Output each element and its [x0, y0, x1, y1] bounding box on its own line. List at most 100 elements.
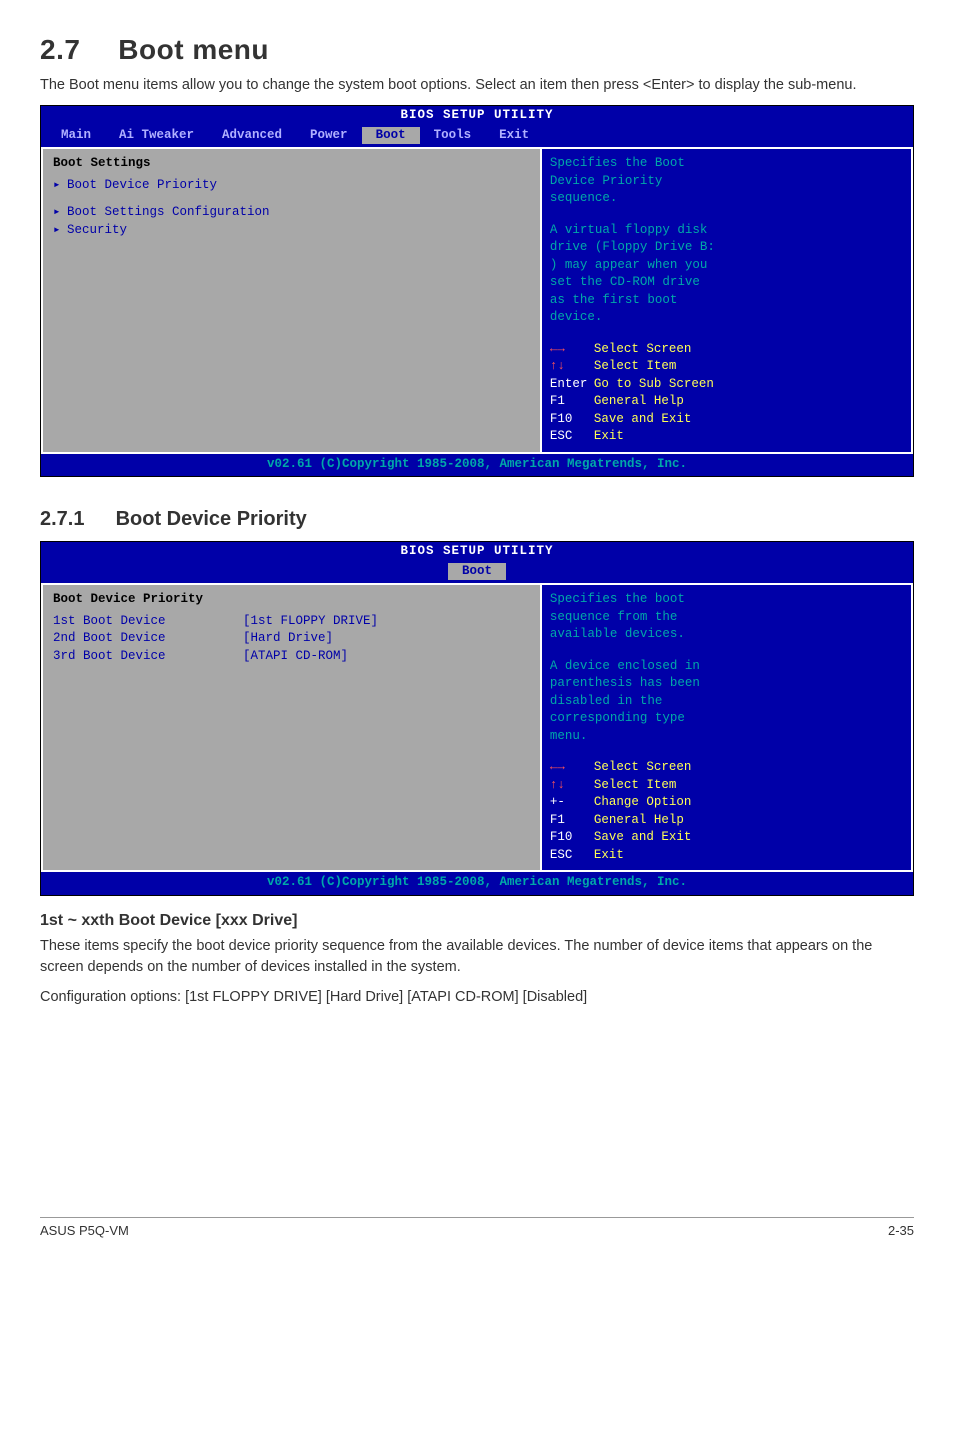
bios-setup-title: BIOS SETUP UTILITY: [41, 106, 913, 126]
help-text: Specifies the boot: [550, 591, 903, 609]
key-label: ←→: [550, 759, 594, 777]
key-desc: Select Screen: [594, 341, 692, 359]
help-text: available devices.: [550, 626, 903, 644]
bios-panel-boot-device-priority: BIOS SETUP UTILITY Boot Boot Device Prio…: [40, 541, 914, 896]
key-label: +-: [550, 794, 594, 812]
help-text: sequence.: [550, 190, 903, 208]
key-label: ESC: [550, 847, 594, 865]
left-heading: Boot Settings: [53, 155, 530, 173]
key-hint: ↑↓Select Item: [550, 777, 903, 795]
row-key: 3rd Boot Device: [53, 648, 243, 666]
key-desc: Select Item: [594, 358, 677, 376]
key-label: ↑↓: [550, 358, 594, 376]
key-desc: Select Item: [594, 777, 677, 795]
row-key: 2nd Boot Device: [53, 630, 243, 648]
submenu-arrow-icon: ▸: [53, 177, 67, 195]
help-text: Specifies the Boot: [550, 155, 903, 173]
tab-exit[interactable]: Exit: [485, 127, 543, 145]
tab-advanced[interactable]: Advanced: [208, 127, 296, 145]
bios-tab-bar: Main Ai Tweaker Advanced Power Boot Tool…: [41, 126, 913, 148]
help-text: as the first boot: [550, 292, 903, 310]
menu-item-label: Boot Settings Configuration: [67, 204, 270, 222]
key-label: ←→: [550, 341, 594, 359]
menu-item-boot-device-priority[interactable]: ▸Boot Device Priority: [53, 177, 530, 195]
menu-item-label: Boot Device Priority: [67, 177, 217, 195]
help-text: ) may appear when you: [550, 257, 903, 275]
footer-product: ASUS P5Q-VM: [40, 1222, 129, 1240]
key-desc: Exit: [594, 428, 624, 446]
bios-panel-boot-settings: BIOS SETUP UTILITY Main Ai Tweaker Advan…: [40, 105, 914, 477]
page-footer: ASUS P5Q-VM 2-35: [40, 1217, 914, 1240]
help-text: drive (Floppy Drive B:: [550, 239, 903, 257]
bios-left-pane: Boot Device Priority 1st Boot Device[1st…: [41, 583, 541, 872]
row-value: [ATAPI CD-ROM]: [243, 648, 348, 666]
key-hint: ESCExit: [550, 847, 903, 865]
help-text: corresponding type: [550, 710, 903, 728]
section-heading: 2.7 Boot menu: [40, 30, 914, 69]
key-hint: ESCExit: [550, 428, 903, 446]
tab-tools[interactable]: Tools: [420, 127, 486, 145]
key-hint: F1General Help: [550, 812, 903, 830]
tab-boot[interactable]: Boot: [448, 563, 506, 581]
subsection-number: 2.7.1: [40, 505, 110, 533]
key-label: ↑↓: [550, 777, 594, 795]
boot-device-row-2[interactable]: 2nd Boot Device[Hard Drive]: [53, 630, 530, 648]
section-number: 2.7: [40, 30, 110, 69]
help-text: menu.: [550, 728, 903, 746]
submenu-arrow-icon: ▸: [53, 222, 67, 240]
submenu-arrow-icon: ▸: [53, 204, 67, 222]
key-desc: Save and Exit: [594, 829, 692, 847]
tab-ai-tweaker[interactable]: Ai Tweaker: [105, 127, 208, 145]
key-label: F1: [550, 812, 594, 830]
bios-copyright: v02.61 (C)Copyright 1985-2008, American …: [41, 454, 913, 477]
menu-item-security[interactable]: ▸Security: [53, 222, 530, 240]
help-text: set the CD-ROM drive: [550, 274, 903, 292]
help-text: disabled in the: [550, 693, 903, 711]
menu-item-label: Security: [67, 222, 127, 240]
row-value: [1st FLOPPY DRIVE]: [243, 613, 378, 631]
subsection-title-text: Boot Device Priority: [116, 508, 307, 530]
key-label: F10: [550, 411, 594, 429]
boot-device-row-1[interactable]: 1st Boot Device[1st FLOPPY DRIVE]: [53, 613, 530, 631]
menu-item-boot-settings-config[interactable]: ▸Boot Settings Configuration: [53, 204, 530, 222]
key-hint: F10Save and Exit: [550, 411, 903, 429]
parameter-config-options: Configuration options: [1st FLOPPY DRIVE…: [40, 987, 914, 1007]
key-label: Enter: [550, 376, 594, 394]
key-label: F10: [550, 829, 594, 847]
parameter-description: These items specify the boot device prio…: [40, 936, 914, 977]
intro-paragraph: The Boot menu items allow you to change …: [40, 75, 914, 95]
boot-device-row-3[interactable]: 3rd Boot Device[ATAPI CD-ROM]: [53, 648, 530, 666]
key-desc: Exit: [594, 847, 624, 865]
tab-boot[interactable]: Boot: [362, 127, 420, 145]
subsection-heading: 2.7.1 Boot Device Priority: [40, 505, 914, 533]
tab-main[interactable]: Main: [47, 127, 105, 145]
bios-right-pane: Specifies the boot sequence from the ava…: [541, 583, 913, 872]
key-label: ESC: [550, 428, 594, 446]
key-hint: F1General Help: [550, 393, 903, 411]
bios-right-pane: Specifies the Boot Device Priority seque…: [541, 147, 913, 454]
key-hint: ←→Select Screen: [550, 759, 903, 777]
key-desc: General Help: [594, 812, 684, 830]
help-text: Device Priority: [550, 173, 903, 191]
help-text: A device enclosed in: [550, 658, 903, 676]
key-desc: Go to Sub Screen: [594, 376, 714, 394]
tab-power[interactable]: Power: [296, 127, 362, 145]
key-hint: ←→Select Screen: [550, 341, 903, 359]
key-hint: EnterGo to Sub Screen: [550, 376, 903, 394]
parameter-heading: 1st ~ xxth Boot Device [xxx Drive]: [40, 910, 914, 932]
row-key: 1st Boot Device: [53, 613, 243, 631]
help-text: device.: [550, 309, 903, 327]
bios-setup-title: BIOS SETUP UTILITY: [41, 542, 913, 562]
key-desc: Change Option: [594, 794, 692, 812]
key-label: F1: [550, 393, 594, 411]
key-hint: F10Save and Exit: [550, 829, 903, 847]
key-desc: General Help: [594, 393, 684, 411]
bios-tab-bar: Boot: [41, 562, 913, 584]
help-text: parenthesis has been: [550, 675, 903, 693]
key-desc: Save and Exit: [594, 411, 692, 429]
help-text: A virtual floppy disk: [550, 222, 903, 240]
footer-page-number: 2-35: [888, 1222, 914, 1240]
key-hint: +-Change Option: [550, 794, 903, 812]
row-value: [Hard Drive]: [243, 630, 333, 648]
bios-left-pane: Boot Settings ▸Boot Device Priority ▸Boo…: [41, 147, 541, 454]
